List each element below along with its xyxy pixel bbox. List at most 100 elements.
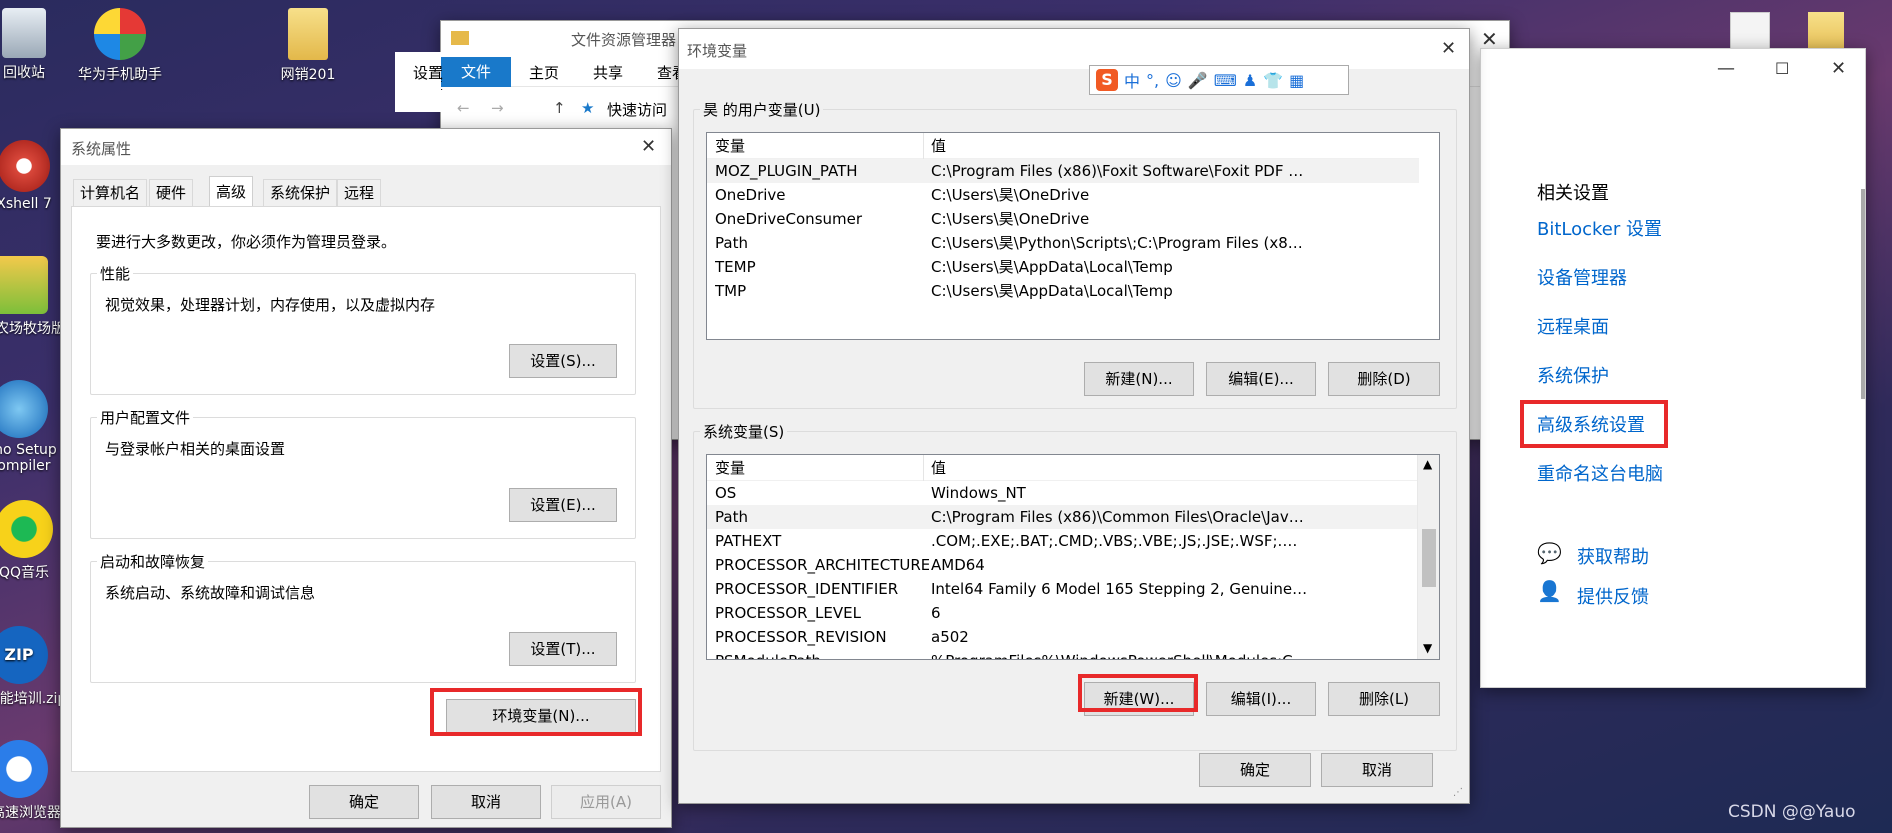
ribbon-tab-file[interactable]: 文件 xyxy=(441,57,511,87)
variable-name: PROCESSOR_IDENTIFIER xyxy=(715,580,899,598)
scroll-thumb[interactable] xyxy=(1422,529,1436,587)
column-value[interactable]: 值 xyxy=(931,133,946,159)
user-variable-row[interactable]: OneDriveConsumer C:\Users\昊\OneDrive xyxy=(707,207,1419,231)
variable-name: TEMP xyxy=(715,258,756,276)
link-system-protection[interactable]: 系统保护 xyxy=(1537,362,1609,388)
tab-system-protection[interactable]: 系统保护 xyxy=(263,179,338,207)
user-variable-row[interactable]: Path C:\Users\昊\Python\Scripts\;C:\Progr… xyxy=(707,231,1419,255)
system-variable-row[interactable]: PROCESSOR_ARCHITECTURE AMD64 xyxy=(707,553,1419,577)
close-icon[interactable]: ✕ xyxy=(1481,29,1498,49)
close-icon[interactable]: ✕ xyxy=(1831,59,1846,79)
variable-value: Windows_NT xyxy=(931,484,1026,502)
variable-name: PSModulePath xyxy=(715,649,929,659)
address-bar[interactable]: 快速访问 xyxy=(607,99,667,120)
system-delete-button[interactable]: 删除(L) xyxy=(1328,682,1440,716)
tab-computer-name[interactable]: 计算机名 xyxy=(73,179,148,207)
link-rename-pc[interactable]: 重命名这台电脑 xyxy=(1537,460,1663,486)
performance-desc: 视觉效果，处理器计划，内存使用，以及虚拟内存 xyxy=(105,296,436,314)
variable-name: PROCESSOR_ARCHITECTURE xyxy=(715,556,929,574)
back-arrow-icon[interactable]: ← xyxy=(457,99,470,117)
sysprops-cancel-button[interactable]: 取消 xyxy=(431,785,541,819)
ime-mode-toggle[interactable]: 中 xyxy=(1124,68,1140,92)
user-profile-settings-button[interactable]: 设置(E)... xyxy=(509,488,617,522)
system-variable-row[interactable]: PATHEXT .COM;.EXE;.BAT;.CMD;.VBS;.VBE;.J… xyxy=(707,529,1419,553)
system-edit-button[interactable]: 编辑(I)... xyxy=(1206,682,1316,716)
desktop-icon-huawei-assistant[interactable]: 华为手机助手 xyxy=(60,8,180,84)
link-device-manager[interactable]: 设备管理器 xyxy=(1537,264,1627,290)
startup-settings-button[interactable]: 设置(T)... xyxy=(509,632,617,666)
system-list-scrollbar[interactable]: ▲ ▼ xyxy=(1417,455,1439,659)
performance-settings-button[interactable]: 设置(S)... xyxy=(509,344,617,378)
close-icon[interactable]: ✕ xyxy=(641,137,656,157)
environment-variables-dialog[interactable]: 环境变量 ✕ S 中 °, ☺ 🎤 ⌨ ♟ 👕 ▦ 昊 的用户变量(U) 变量 … xyxy=(678,28,1470,804)
user-variables-list[interactable]: 变量 值 MOZ_PLUGIN_PATH C:\Program Files (x… xyxy=(706,132,1440,340)
performance-title: 性能 xyxy=(97,263,134,284)
maximize-icon[interactable]: ☐ xyxy=(1775,59,1789,79)
sogou-logo-icon[interactable]: S xyxy=(1096,69,1118,91)
folder-icon xyxy=(288,8,328,60)
microphone-icon[interactable]: 🎤 xyxy=(1188,71,1208,90)
desktop-icon-label: QQ音乐 xyxy=(0,565,50,581)
skin-icon[interactable]: 👕 xyxy=(1263,71,1283,90)
envvars-cancel-button[interactable]: 取消 xyxy=(1321,753,1433,787)
system-variable-row[interactable]: OS Windows_NT xyxy=(707,481,1419,505)
sysprops-apply-button[interactable]: 应用(A) xyxy=(551,785,661,819)
envvars-title: 环境变量 xyxy=(687,42,748,60)
system-variable-row[interactable]: PROCESSOR_IDENTIFIER Intel64 Family 6 Mo… xyxy=(707,577,1419,601)
user-profile-group: 用户配置文件 与登录帐户相关的桌面设置 设置(E)... xyxy=(90,407,636,539)
system-variable-row[interactable]: PROCESSOR_REVISION a502 xyxy=(707,625,1419,649)
tab-hardware[interactable]: 硬件 xyxy=(149,179,194,207)
variable-value: AMD64 xyxy=(931,556,985,574)
system-variable-row[interactable]: Path C:\Program Files (x86)\Common Files… xyxy=(707,505,1419,529)
emoji-icon[interactable]: ☺ xyxy=(1165,71,1182,90)
column-value[interactable]: 值 xyxy=(931,455,946,481)
sysprops-title: 系统属性 xyxy=(71,140,132,158)
scroll-up-arrow-icon[interactable]: ▲ xyxy=(1423,457,1432,471)
link-bitlocker[interactable]: BitLocker 设置 xyxy=(1537,215,1662,241)
tab-remote[interactable]: 远程 xyxy=(337,179,382,207)
column-variable[interactable]: 变量 xyxy=(715,133,745,159)
toolbox-icon[interactable]: ▦ xyxy=(1289,71,1304,90)
close-icon[interactable]: ✕ xyxy=(1441,39,1456,59)
user-variables-title: 昊 的用户变量(U) xyxy=(700,99,824,120)
desktop-icon-folder[interactable]: 网销201 xyxy=(248,8,368,84)
user-variable-row[interactable]: OneDrive C:\Users\昊\OneDrive xyxy=(707,183,1419,207)
system-variable-row[interactable]: PROCESSOR_LEVEL 6 xyxy=(707,601,1419,625)
link-remote-desktop[interactable]: 远程桌面 xyxy=(1537,313,1609,339)
sysprops-ok-button[interactable]: 确定 xyxy=(309,785,419,819)
ime-toolbar: S 中 °, ☺ 🎤 ⌨ ♟ 👕 ▦ xyxy=(1089,65,1349,95)
column-separator xyxy=(923,455,924,481)
envvars-ok-button[interactable]: 确定 xyxy=(1199,753,1311,787)
tab-advanced[interactable]: 高级 xyxy=(209,176,254,207)
user-variable-row[interactable]: TMP C:\Users\昊\AppData\Local\Temp xyxy=(707,279,1419,303)
variable-name: PROCESSOR_REVISION xyxy=(715,628,887,646)
system-variable-row[interactable]: PSModulePath %ProgramFiles%\WindowsPower… xyxy=(707,649,1419,659)
user-delete-button[interactable]: 删除(D) xyxy=(1328,362,1440,396)
link-get-help[interactable]: 获取帮助 xyxy=(1577,543,1649,569)
user-edit-button[interactable]: 编辑(E)... xyxy=(1206,362,1316,396)
forward-arrow-icon[interactable]: → xyxy=(491,99,504,117)
column-variable[interactable]: 变量 xyxy=(715,455,745,481)
settings-scroll-thumb[interactable] xyxy=(1861,189,1865,399)
link-feedback[interactable]: 提供反馈 xyxy=(1577,583,1649,609)
envvars-titlebar: 环境变量 ✕ xyxy=(679,29,1469,69)
highlight-advanced-settings xyxy=(1520,400,1668,448)
minimize-icon[interactable]: — xyxy=(1717,59,1735,79)
up-arrow-icon[interactable]: ↑ xyxy=(553,99,566,117)
user-new-button[interactable]: 新建(N)... xyxy=(1084,362,1194,396)
ribbon-tab-home[interactable]: 主页 xyxy=(529,62,559,83)
variable-value: C:\Users\昊\AppData\Local\Temp xyxy=(931,258,1173,276)
user-variable-row[interactable]: TEMP C:\Users\昊\AppData\Local\Temp xyxy=(707,255,1419,279)
settings-window[interactable]: — ☐ ✕ 相关设置 BitLocker 设置 设备管理器 远程桌面 系统保护 … xyxy=(1480,48,1866,688)
resize-grip-icon[interactable]: ⋰ xyxy=(1453,787,1463,798)
keyboard-icon[interactable]: ⌨ xyxy=(1214,71,1237,90)
ribbon-tab-share[interactable]: 共享 xyxy=(593,62,623,83)
ime-punct-toggle[interactable]: °, xyxy=(1146,71,1159,90)
variable-value: C:\Program Files (x86)\Foxit Software\Fo… xyxy=(931,162,1311,180)
scroll-down-arrow-icon[interactable]: ▼ xyxy=(1423,641,1432,655)
system-variables-list[interactable]: 变量 值 OS Windows_NT Path C:\Program Files… xyxy=(706,454,1440,660)
user-variable-row[interactable]: MOZ_PLUGIN_PATH C:\Program Files (x86)\F… xyxy=(707,159,1419,183)
desktop-icon-label: 华为手机助手 xyxy=(78,67,162,83)
variable-name: PATHEXT xyxy=(715,532,782,550)
user-icon[interactable]: ♟ xyxy=(1243,71,1257,90)
